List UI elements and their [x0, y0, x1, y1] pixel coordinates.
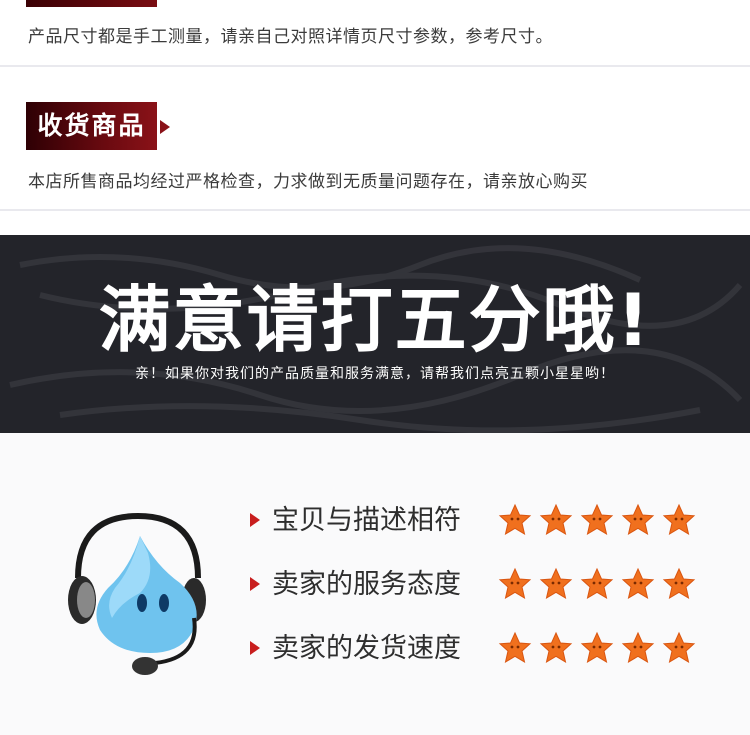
divider [0, 65, 750, 67]
previous-section-tag [26, 0, 157, 7]
tag-arrow-icon [160, 120, 170, 134]
bullet-arrow-icon [250, 641, 260, 655]
rating-row-shipping-speed: 卖家的发货速度 [250, 629, 710, 669]
banner-title: 满意请打五分哦! [98, 278, 652, 362]
star-icon [662, 567, 696, 600]
size-note-text: 产品尺寸都是手工测量，请亲自己对照详情页尺寸参数，参考尺寸。 [28, 27, 553, 47]
star-icon [539, 631, 573, 664]
rating-label: 宝贝与描述相符 [272, 505, 461, 536]
star-rating [498, 631, 703, 667]
star-icon [621, 503, 655, 536]
rating-row-service-attitude: 卖家的服务态度 [250, 565, 710, 605]
star-icon [498, 567, 532, 600]
star-rating [498, 503, 703, 539]
receiving-text: 本店所售商品均经过严格检查，力求做到无质量问题存在，请亲放心购买 [28, 172, 588, 192]
star-icon [498, 631, 532, 664]
star-icon [539, 567, 573, 600]
star-icon [498, 503, 532, 536]
star-icon [580, 631, 614, 664]
rating-label: 卖家的服务态度 [272, 569, 461, 600]
rating-row-description-match: 宝贝与描述相符 [250, 501, 710, 541]
headset-support-mascot-icon [68, 512, 206, 675]
star-icon [621, 631, 655, 664]
rating-banner: 满意请打五分哦! 亲！如果你对我们的产品质量和服务满意，请帮我们点亮五颗小星星哟… [0, 235, 750, 433]
star-icon [662, 631, 696, 664]
divider [0, 209, 750, 211]
star-rating [498, 567, 703, 603]
banner-subtitle: 亲！如果你对我们的产品质量和服务满意，请帮我们点亮五颗小星星哟！ [135, 366, 615, 382]
star-icon [580, 567, 614, 600]
star-icon [621, 567, 655, 600]
star-icon [662, 503, 696, 536]
bullet-arrow-icon [250, 513, 260, 527]
star-icon [580, 503, 614, 536]
receiving-section-tag: 收货商品 [26, 102, 157, 150]
rating-label: 卖家的发货速度 [272, 633, 461, 664]
star-icon [539, 503, 573, 536]
bullet-arrow-icon [250, 577, 260, 591]
